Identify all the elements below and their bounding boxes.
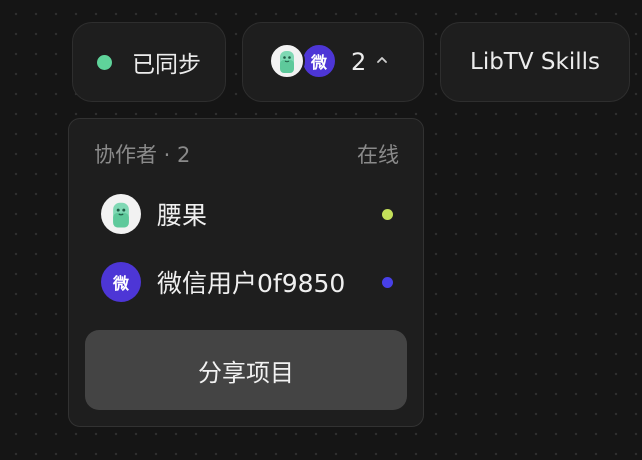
robot-avatar: [101, 194, 141, 234]
member-row[interactable]: 腰果: [101, 193, 393, 235]
wechat-user-avatar: 微: [101, 262, 141, 302]
sync-status-dot: [97, 54, 112, 70]
sync-status-pill[interactable]: 已同步: [72, 22, 226, 102]
collaborator-count: 2: [351, 48, 367, 76]
collaborators-title: 协作者 · 2: [94, 143, 191, 167]
online-status-dot: [382, 276, 393, 288]
avatar-initial: 微: [112, 274, 129, 293]
collaborators-dropdown: 协作者 · 2 在线 腰果 微 微信用户0f9850 分享项目: [68, 118, 424, 427]
online-label: 在线: [357, 143, 399, 167]
robot-icon: [113, 202, 129, 228]
libtv-skills-label: LibTV Skills: [470, 49, 600, 75]
collaborator-avatars: 微: [269, 43, 337, 81]
robot-avatar: [269, 43, 305, 79]
avatar-initial: 微: [310, 53, 327, 72]
sync-status-label: 已同步: [132, 52, 201, 78]
online-status-dot: [382, 208, 393, 220]
chevron-up-icon: [377, 57, 388, 63]
collaborators-button[interactable]: 微 2: [242, 22, 424, 102]
member-name: 微信用户0f9850: [157, 269, 346, 298]
member-row[interactable]: 微 微信用户0f9850: [101, 261, 393, 303]
wechat-user-avatar: 微: [301, 43, 337, 79]
robot-icon: [280, 51, 294, 73]
share-project-button[interactable]: 分享项目: [85, 330, 407, 410]
member-name: 腰果: [157, 201, 208, 230]
dropdown-header: 协作者 · 2 在线: [94, 139, 399, 169]
libtv-skills-button[interactable]: LibTV Skills: [440, 22, 630, 102]
